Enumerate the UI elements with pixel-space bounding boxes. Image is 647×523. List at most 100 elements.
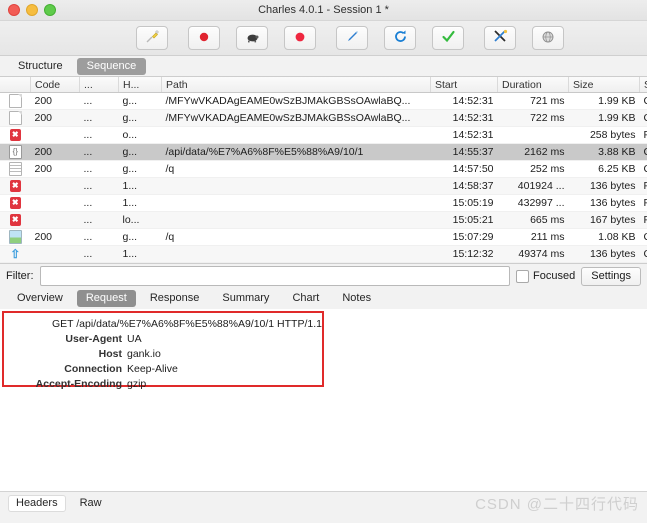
- cell-duration: 722 ms: [497, 109, 569, 127]
- broom-icon: [144, 29, 160, 48]
- close-button[interactable]: [8, 4, 20, 16]
- cell-path: [161, 177, 431, 195]
- table-row[interactable]: ✖...1... 15:05:19432997 ...136 bytesF...: [0, 194, 647, 212]
- cell-code: 200: [30, 92, 80, 110]
- table-row[interactable]: ✖...1... 14:58:37401924 ...136 bytesF...: [0, 177, 647, 195]
- cell-method: ...: [79, 245, 119, 263]
- tab-sequence[interactable]: Sequence: [76, 57, 147, 75]
- filter-bar: Filter: Focused Settings: [0, 264, 647, 288]
- throttling-button[interactable]: [236, 26, 268, 50]
- tab-headers[interactable]: Headers: [8, 494, 66, 512]
- cell-code: 200: [30, 143, 80, 161]
- column-header-host[interactable]: H...: [118, 77, 162, 93]
- bottom-tabs: Headers Raw CSDN @二十四行代码: [0, 491, 647, 514]
- globe-icon: [541, 30, 555, 47]
- cell-path: /api/data/%E7%A6%8F%E5%88%A9/10/1: [161, 143, 431, 161]
- cell-host: g...: [118, 109, 162, 127]
- tab-chart[interactable]: Chart: [283, 290, 328, 307]
- table-row[interactable]: ⇧...1... 15:12:3249374 ms136 bytesC...: [0, 245, 647, 263]
- focused-checkbox-wrap[interactable]: Focused: [516, 269, 576, 283]
- table-row[interactable]: ✖...o... 14:52:31 258 bytesF...: [0, 126, 647, 144]
- cell-start: 15:05:19: [430, 194, 498, 212]
- tab-raw[interactable]: Raw: [72, 495, 110, 512]
- column-header-path[interactable]: Path: [161, 77, 431, 93]
- request-headers-table: GET /api/data/%E7%A6%8F%E5%88%A9/10/1 HT…: [4, 313, 322, 392]
- cell-size: 136 bytes: [568, 177, 640, 195]
- breakpoints-button[interactable]: [284, 26, 316, 50]
- table-row[interactable]: ✖...lo... 15:05:21665 ms167 bytesF...: [0, 211, 647, 229]
- column-header-code[interactable]: Code: [30, 77, 80, 93]
- column-header-size[interactable]: Size: [568, 77, 640, 93]
- repeat-button[interactable]: [384, 26, 416, 50]
- tab-notes[interactable]: Notes: [333, 290, 380, 307]
- document-icon: [0, 109, 31, 127]
- cell-start: 14:52:31: [430, 92, 498, 110]
- zoom-button[interactable]: [44, 4, 56, 16]
- column-header-icon[interactable]: [0, 77, 31, 93]
- table-body: 200... g.../MFYwVKADAgEAME0wSzBJMAkGBSsOA…: [0, 92, 647, 263]
- header-row: Connection Keep-Alive: [4, 362, 322, 377]
- column-header-duration[interactable]: Duration: [497, 77, 569, 93]
- tools-button[interactable]: [484, 26, 516, 50]
- column-header-method[interactable]: ...: [79, 77, 119, 93]
- cell-status: F...: [639, 126, 647, 144]
- cell-size: 258 bytes: [568, 126, 640, 144]
- cell-host: g...: [118, 92, 162, 110]
- cell-code: [30, 211, 80, 229]
- filter-input[interactable]: [39, 266, 511, 286]
- tab-request[interactable]: Request: [76, 290, 136, 307]
- focused-label: Focused: [533, 270, 576, 282]
- tab-response[interactable]: Response: [141, 290, 209, 307]
- cell-start: 14:52:31: [430, 126, 498, 144]
- cell-host: o...: [118, 126, 162, 144]
- header-key: User-Agent: [65, 333, 122, 345]
- header-value: Keep-Alive: [127, 363, 178, 375]
- focused-checkbox[interactable]: [516, 269, 530, 283]
- cell-status: F...: [639, 211, 647, 229]
- cell-method: ...: [79, 143, 119, 161]
- header-row: User-Agent UA: [4, 332, 322, 347]
- header-key: Host: [98, 348, 122, 360]
- start-stop-recording-button[interactable]: [188, 26, 220, 50]
- table-row[interactable]: 200... g.../MFYwVKADAgEAME0wSzBJMAkGBSsOA…: [0, 92, 647, 110]
- cell-code: [30, 245, 80, 263]
- cell-path: /MFYwVKADAgEAME0wSzBJMAkGBSsOAwlaBQ...: [161, 92, 431, 110]
- cell-path: [161, 211, 431, 229]
- table-row[interactable]: 200... g.../MFYwVKADAgEAME0wSzBJMAkGBSsOA…: [0, 109, 647, 127]
- cell-duration: 665 ms: [497, 211, 569, 229]
- table-row[interactable]: {} 200... g.../api/data/%E7%A6%8F%E5%88%A9…: [0, 143, 647, 161]
- request-line-row: GET /api/data/%E7%A6%8F%E5%88%A9/10/1 HT…: [4, 317, 322, 332]
- tab-overview[interactable]: Overview: [8, 290, 72, 307]
- watermark: CSDN @二十四行代码: [475, 496, 639, 513]
- cell-size: 6.25 KB: [568, 160, 640, 178]
- tab-summary[interactable]: Summary: [213, 290, 278, 307]
- tab-structure[interactable]: Structure: [8, 58, 73, 75]
- cell-host: 1...: [118, 194, 162, 212]
- cell-size: 167 bytes: [568, 211, 640, 229]
- table-row[interactable]: 200...g.../q14:57:50252 ms6.25 KBC...: [0, 160, 647, 178]
- header-value: UA: [127, 333, 142, 345]
- column-header-status[interactable]: St...: [639, 77, 647, 93]
- column-header-start[interactable]: Start: [430, 77, 498, 93]
- validate-button[interactable]: [432, 26, 464, 50]
- cell-start: 14:52:31: [430, 109, 498, 127]
- header-row: Accept-Encoding gzip: [4, 377, 322, 392]
- settings-globe-button[interactable]: [532, 26, 564, 50]
- header-key: Accept-Encoding: [35, 378, 122, 390]
- request-line-value: GET /api/data/%E7%A6%8F%E5%88%A9/10/1 HT…: [51, 318, 322, 330]
- header-row: Host gank.io: [4, 347, 322, 362]
- header-key: Connection: [64, 363, 122, 375]
- settings-button[interactable]: Settings: [581, 266, 641, 286]
- minimize-button[interactable]: [26, 4, 38, 16]
- table-row[interactable]: 200...g.../q15:07:29211 ms1.08 KBC...: [0, 228, 647, 246]
- cell-path: /q: [161, 160, 431, 178]
- image-icon: [0, 228, 31, 246]
- cell-size: 1.99 KB: [568, 109, 640, 127]
- cell-start: 14:55:37: [430, 143, 498, 161]
- cell-code: 200: [30, 109, 80, 127]
- cell-status: C...: [639, 228, 647, 246]
- checkmark-icon: [441, 29, 456, 47]
- clear-session-button[interactable]: [136, 26, 168, 50]
- cell-start: 14:57:50: [430, 160, 498, 178]
- compose-button[interactable]: [336, 26, 368, 50]
